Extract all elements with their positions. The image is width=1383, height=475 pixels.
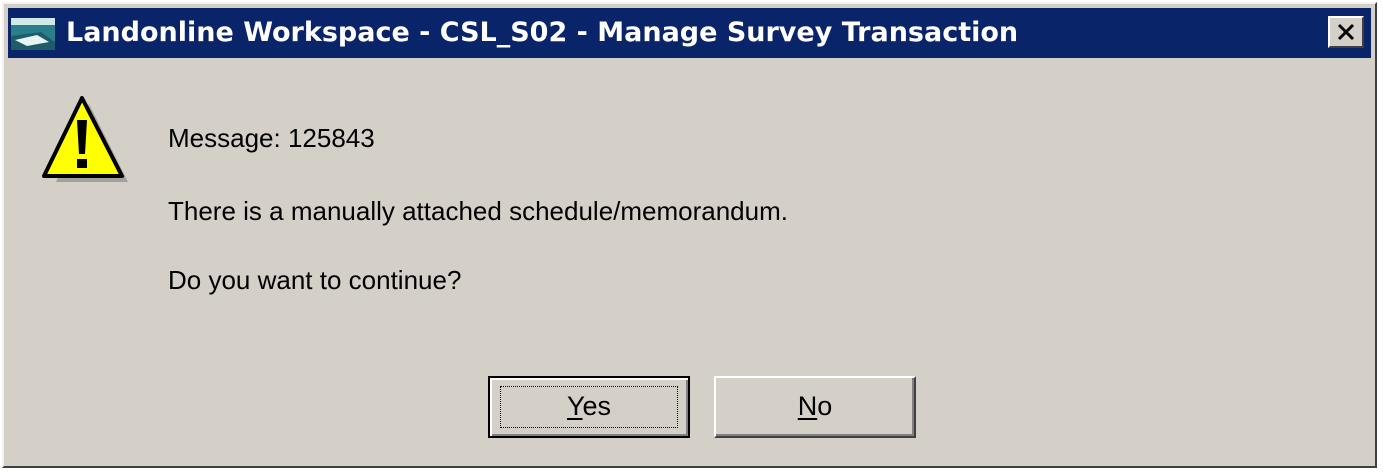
window-title: Landonline Workspace - CSL_S02 - Manage … [66, 17, 1019, 48]
close-icon [1337, 23, 1355, 41]
landonline-app-icon [11, 18, 55, 50]
close-button[interactable] [1328, 16, 1364, 48]
yes-button[interactable]: Yes [488, 376, 690, 438]
dialog-window: Landonline Workspace - CSL_S02 - Manage … [2, 2, 1377, 468]
no-button-label: No [797, 391, 833, 421]
message-id: Message: 125843 [168, 123, 375, 153]
title-bar[interactable]: Landonline Workspace - CSL_S02 - Manage … [8, 8, 1371, 58]
warning-icon [42, 96, 128, 182]
message-body: There is a manually attached schedule/me… [168, 196, 788, 226]
no-button[interactable]: No [714, 376, 916, 438]
focus-ring [500, 386, 678, 428]
message-question: Do you want to continue? [168, 265, 462, 295]
